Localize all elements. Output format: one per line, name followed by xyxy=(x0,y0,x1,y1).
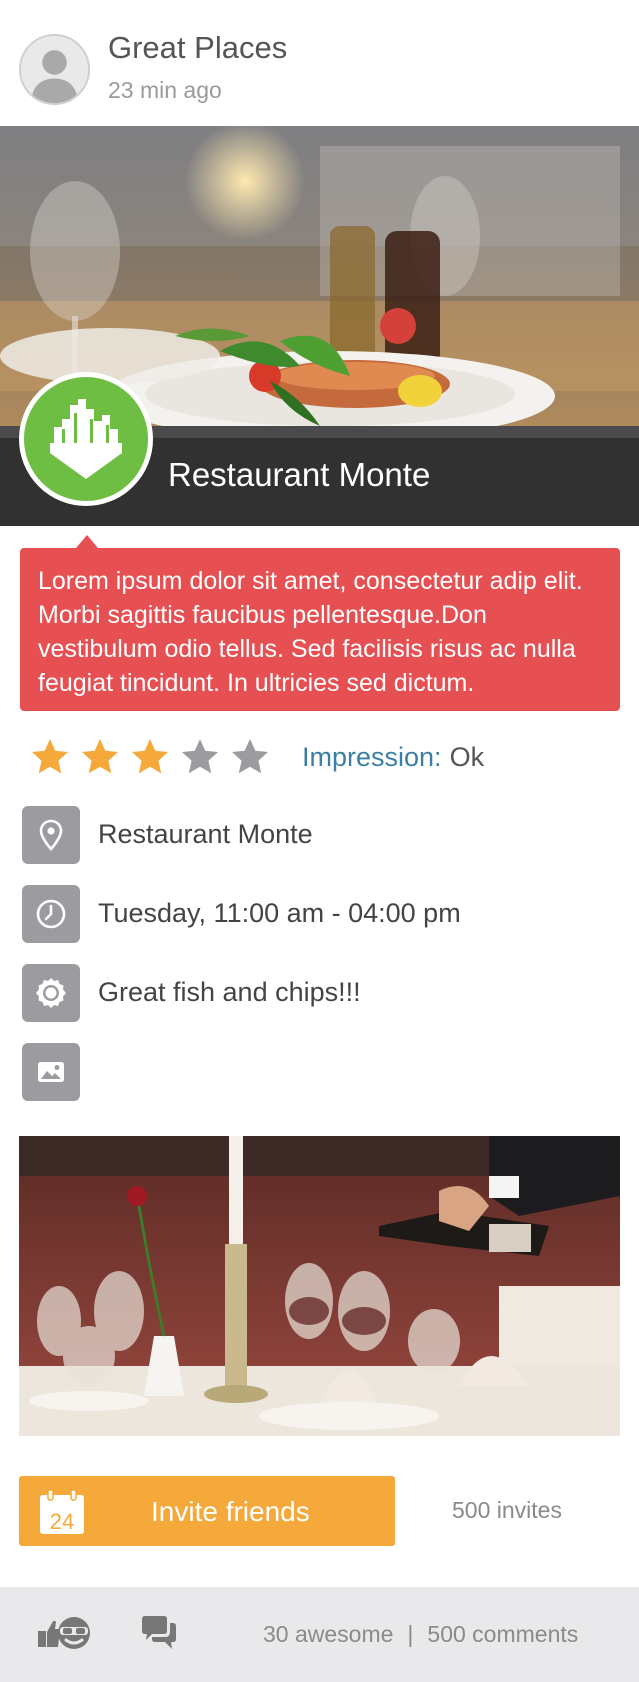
location-text: Restaurant Monte xyxy=(98,819,313,849)
comment-text: Great fish and chips!!! xyxy=(98,977,361,1007)
comment-row[interactable]: Great fish and chips!!! xyxy=(22,964,622,1022)
star-filled-icon[interactable] xyxy=(80,737,120,777)
impression: Impression: Ok xyxy=(302,742,484,773)
star-empty-icon[interactable] xyxy=(230,737,270,777)
star-rating[interactable] xyxy=(30,737,280,777)
comment-icon[interactable] xyxy=(140,1615,178,1651)
location-pin-icon xyxy=(22,806,80,864)
awesome-icon[interactable] xyxy=(36,1613,92,1653)
city-skyline-icon xyxy=(50,399,122,479)
post-timestamp: 23 min ago xyxy=(108,77,222,103)
comments-count[interactable]: 500 comments xyxy=(427,1621,578,1647)
author-avatar[interactable] xyxy=(19,34,90,105)
post-header: Great Places 23 min ago xyxy=(0,0,639,126)
invite-button-label: Invite friends xyxy=(151,1496,310,1527)
city-badge-icon[interactable] xyxy=(19,372,153,506)
hero-title[interactable]: Restaurant Monte xyxy=(168,456,430,494)
stats-separator: | xyxy=(407,1621,414,1647)
post-description: Lorem ipsum dolor sit amet, consectetur … xyxy=(20,548,620,711)
image-icon xyxy=(22,1043,80,1101)
author-name[interactable]: Great Places xyxy=(108,30,287,66)
clock-icon xyxy=(22,885,80,943)
location-row[interactable]: Restaurant Monte xyxy=(22,806,622,864)
dining-scene-image xyxy=(19,1136,620,1436)
hero-image[interactable]: Restaurant Monte xyxy=(0,126,639,526)
awesome-count[interactable]: 30 awesome xyxy=(263,1621,393,1647)
photo-row[interactable] xyxy=(22,1043,622,1101)
rating-row: Impression: Ok xyxy=(30,735,484,779)
footer-stats: 30 awesome | 500 comments xyxy=(263,1621,578,1648)
star-filled-icon[interactable] xyxy=(30,737,70,777)
invite-friends-button[interactable]: 24 Invite friends xyxy=(19,1476,395,1546)
star-empty-icon[interactable] xyxy=(180,737,220,777)
calendar-day: 24 xyxy=(50,1509,74,1534)
user-silhouette-icon xyxy=(21,36,88,103)
time-row[interactable]: Tuesday, 11:00 am - 04:00 pm xyxy=(22,885,622,943)
time-text: Tuesday, 11:00 am - 04:00 pm xyxy=(98,898,461,928)
star-filled-icon[interactable] xyxy=(130,737,170,777)
impression-value: Ok xyxy=(449,741,485,772)
calendar-icon: 24 xyxy=(40,1489,84,1534)
dining-table-photo[interactable] xyxy=(19,1136,620,1436)
badge-icon xyxy=(22,964,80,1022)
post-footer: 30 awesome | 500 comments xyxy=(0,1587,639,1682)
description-pointer xyxy=(76,535,98,548)
invite-count: 500 invites xyxy=(452,1497,562,1523)
impression-label: Impression: xyxy=(302,741,442,772)
